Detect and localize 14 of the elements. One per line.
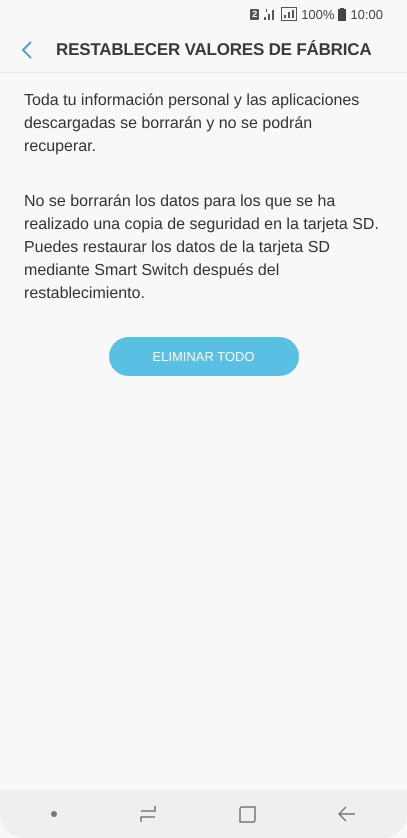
recent-apps-icon[interactable]	[139, 805, 157, 823]
signal-icon	[281, 7, 298, 21]
clock: 10:00	[350, 6, 383, 22]
sim-badge: 2	[250, 8, 260, 20]
page-title: RESTABLECER VALORES DE FÁBRICA	[56, 40, 372, 60]
battery-icon	[338, 8, 346, 20]
battery-percent: 100%	[301, 6, 334, 22]
info-paragraph: Toda tu información personal y las aplicaciones descargadas se borrarán y no se podrán recuperar.	[24, 91, 360, 157]
home-icon[interactable]	[239, 806, 256, 822]
back-icon[interactable]	[338, 806, 356, 822]
delete-all-button[interactable]: ELIMINAR TODO	[108, 337, 298, 376]
info-paragraph: No se borrarán los datos para los que se ha realizado una copia de seguridad en la tarjeta SD. Puedes restaurar los datos de la tarjeta SD mediante Smart Switch después del restablecimiento.	[24, 192, 380, 304]
back-icon[interactable]	[20, 41, 34, 59]
dot-icon[interactable]	[51, 811, 57, 817]
